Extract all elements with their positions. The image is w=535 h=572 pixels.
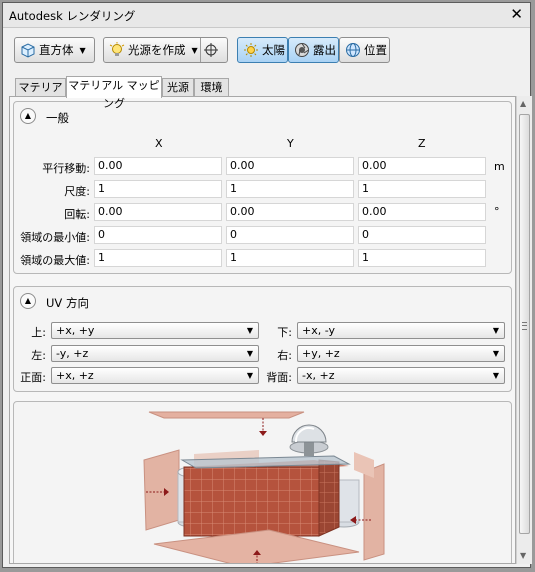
translation-x-field[interactable]: 0.00 (94, 157, 222, 175)
rotation-y-field[interactable]: 0.00 (226, 203, 354, 221)
title-bar: Autodesk レンダリング ✕ (3, 3, 530, 28)
uv-back-select[interactable]: -x, +z ▼ (297, 367, 505, 384)
uv-direction-group: ▲ UV 方向 上: +x, +y ▼ 下: +x, -y ▼ 左: -y, +… (13, 286, 512, 392)
chevron-down-icon: ▼ (492, 349, 499, 358)
window-title: Autodesk レンダリング (9, 9, 136, 23)
scale-y-field[interactable]: 1 (226, 180, 354, 198)
tab-material[interactable]: マテリアル (15, 78, 66, 112)
mapping-preview-image (143, 411, 385, 563)
toolbar-separator (200, 38, 201, 62)
close-icon[interactable]: ✕ (510, 5, 523, 23)
region-max-y-field[interactable]: 1 (226, 249, 354, 267)
translation-label: 平行移動: (42, 162, 90, 175)
mapping-panel: ▲ 一般 X Y Z 平行移動: 0.00 0.00 0.00 m 尺度: 1 … (9, 96, 516, 564)
rotation-x-field[interactable]: 0.00 (94, 203, 222, 221)
scroll-up-icon[interactable]: ▲ (520, 99, 526, 108)
region-min-label: 領域の最小値: (20, 231, 90, 244)
tab-material-mapping[interactable]: マテリアル マッピング (66, 76, 162, 110)
create-light-group: 光源を作成 ▼ (103, 37, 228, 63)
chevron-down-icon: ▼ (492, 371, 499, 380)
uv-top-select[interactable]: +x, +y ▼ (51, 322, 259, 339)
uv-bottom-label: 下: (277, 326, 292, 339)
mapping-preview (13, 401, 512, 563)
uv-back-label: 背面: (266, 371, 292, 384)
translation-z-field[interactable]: 0.00 (358, 157, 486, 175)
uv-left-label: 左: (31, 349, 46, 362)
scroll-down-icon[interactable]: ▼ (520, 551, 526, 560)
uv-front-label: 正面: (20, 371, 46, 384)
scale-x-field[interactable]: 1 (94, 180, 222, 198)
collapse-icon[interactable]: ▲ (20, 293, 36, 309)
uv-left-select[interactable]: -y, +z ▼ (51, 345, 259, 362)
uv-bottom-select[interactable]: +x, -y ▼ (297, 322, 505, 339)
column-header-y: Y (287, 137, 294, 150)
create-light-label[interactable]: 光源を作成 (128, 42, 186, 58)
location-label: 位置 (364, 43, 387, 57)
uv-top-value: +x, +y (56, 324, 95, 337)
scale-z-field[interactable]: 1 (358, 180, 486, 198)
translation-unit: m (494, 160, 505, 173)
chevron-down-icon[interactable]: ▼ (192, 46, 198, 55)
collapse-icon[interactable]: ▲ (20, 108, 36, 124)
rendering-window: Autodesk レンダリング ✕ 直方体 ▼ 光源を作成 ▼ 太陽 露出 位置… (2, 2, 532, 568)
vertical-scrollbar[interactable]: ▲ ▼ (516, 96, 532, 564)
box-mapping-button[interactable]: 直方体 ▼ (14, 37, 95, 63)
uv-back-value: -x, +z (302, 369, 335, 382)
sun-icon (244, 43, 258, 57)
box-mapping-label: 直方体 (39, 43, 74, 57)
general-title: 一般 (46, 111, 69, 125)
uv-bottom-value: +x, -y (302, 324, 336, 337)
chevron-down-icon: ▼ (246, 349, 253, 358)
uv-front-select[interactable]: +x, +z ▼ (51, 367, 259, 384)
cube-icon (21, 43, 35, 58)
tab-environment[interactable]: 環境 (194, 78, 229, 97)
chevron-down-icon: ▼ (79, 45, 86, 55)
chevron-down-icon: ▼ (492, 326, 499, 335)
column-header-z: Z (418, 137, 426, 150)
rotation-label: 回転: (64, 208, 90, 221)
sun-toggle[interactable]: 太陽 (237, 37, 288, 63)
exposure-icon (295, 43, 309, 57)
general-group: ▲ 一般 X Y Z 平行移動: 0.00 0.00 0.00 m 尺度: 1 … (13, 101, 512, 274)
chevron-down-icon: ▼ (246, 371, 253, 380)
region-min-z-field[interactable]: 0 (358, 226, 486, 244)
grip-icon (522, 322, 527, 330)
globe-icon (346, 43, 360, 57)
region-max-label: 領域の最大値: (20, 254, 90, 267)
uv-right-label: 右: (277, 349, 292, 362)
translation-y-field[interactable]: 0.00 (226, 157, 354, 175)
exposure-toggle[interactable]: 露出 (288, 37, 339, 63)
sun-label: 太陽 (262, 43, 285, 57)
region-max-z-field[interactable]: 1 (358, 249, 486, 267)
light-bulb-icon[interactable] (109, 42, 125, 58)
exposure-label: 露出 (313, 43, 336, 57)
uv-top-label: 上: (31, 326, 46, 339)
uv-right-select[interactable]: +y, +z ▼ (297, 345, 505, 362)
region-max-x-field[interactable]: 1 (94, 249, 222, 267)
region-min-y-field[interactable]: 0 (226, 226, 354, 244)
region-min-x-field[interactable]: 0 (94, 226, 222, 244)
uv-left-value: -y, +z (56, 347, 89, 360)
chevron-down-icon: ▼ (246, 326, 253, 335)
uv-right-value: +y, +z (302, 347, 340, 360)
location-button[interactable]: 位置 (339, 37, 390, 63)
rotation-unit: ° (494, 205, 500, 218)
scrollbar-thumb[interactable] (519, 114, 530, 534)
scale-label: 尺度: (64, 185, 90, 198)
uv-title: UV 方向 (46, 296, 89, 310)
column-header-x: X (155, 137, 163, 150)
tab-lights[interactable]: 光源 (162, 78, 194, 97)
rotation-z-field[interactable]: 0.00 (358, 203, 486, 221)
target-light-icon[interactable] (203, 42, 219, 58)
uv-front-value: +x, +z (56, 369, 94, 382)
